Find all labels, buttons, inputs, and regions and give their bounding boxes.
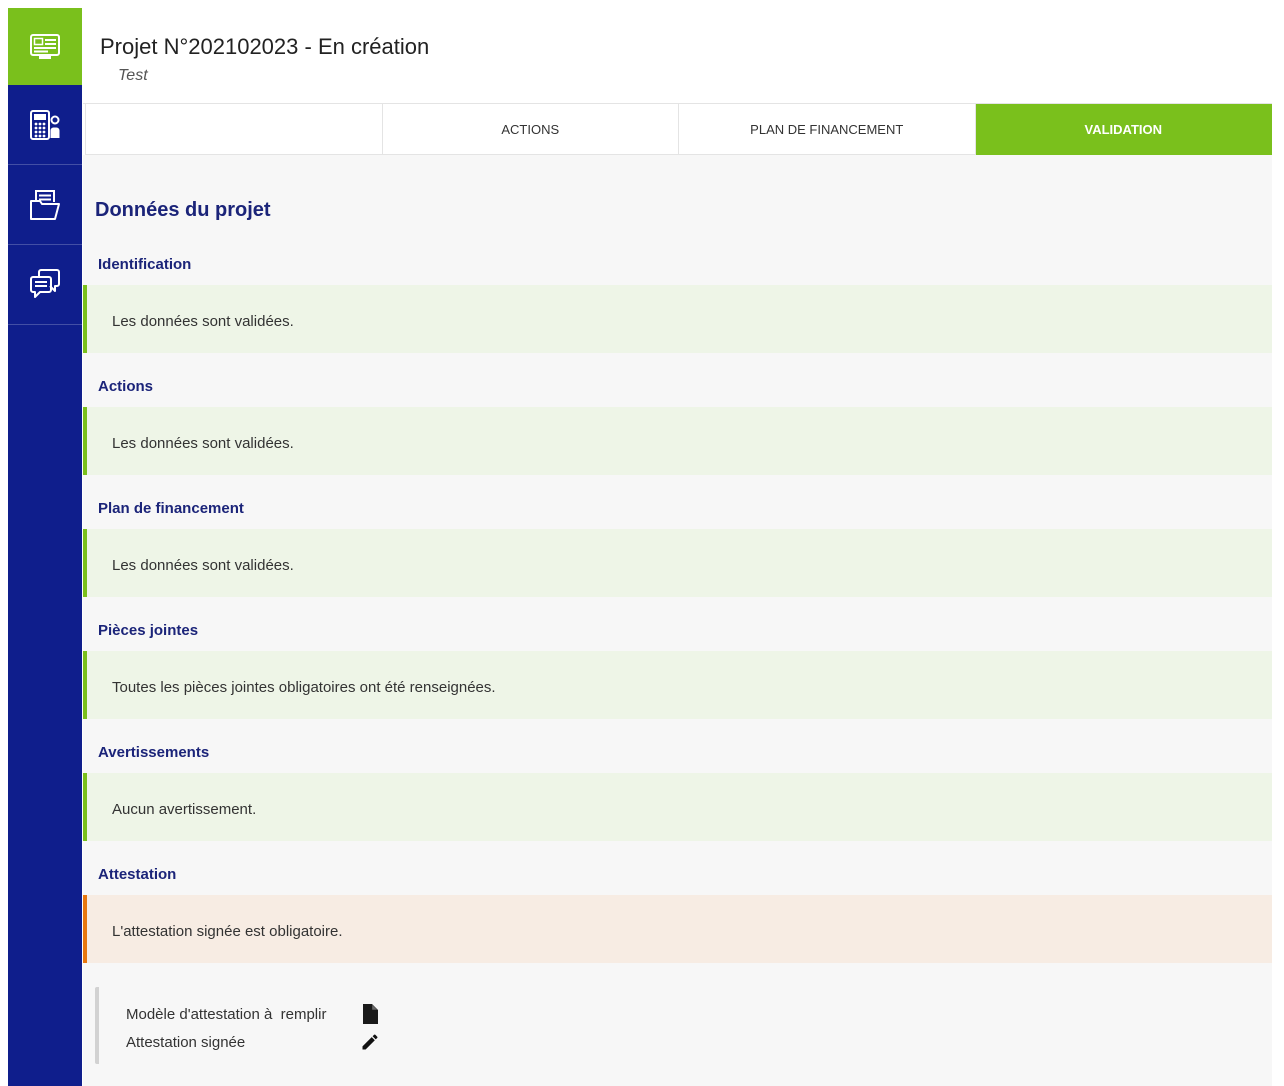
check-message: Aucun avertissement.	[112, 800, 257, 818]
attestation-template-label: Modèle d'attestation à remplir	[126, 1005, 327, 1023]
sidebar-item-budget[interactable]	[8, 85, 82, 165]
attestation-links: Modèle d'attestation à remplir Attestati…	[95, 987, 1272, 1064]
check-message: Les données sont validées.	[112, 556, 294, 574]
check-message-box: Les données sont validées.	[83, 529, 1272, 597]
check-message-box: L'attestation signée est obligatoire.	[83, 895, 1272, 963]
check-label: Pièces jointes	[98, 622, 199, 639]
tab-blank[interactable]	[85, 104, 383, 155]
file-icon[interactable]	[358, 1004, 382, 1024]
check-message-box: Les données sont validées.	[83, 407, 1272, 475]
check-label: Identification	[98, 256, 192, 273]
tab-validation[interactable]: VALIDATION	[975, 104, 1272, 155]
project-card-icon	[30, 33, 60, 60]
validation-content: Données du projet Identification Les don…	[83, 155, 1272, 1086]
check-message-box: Les données sont validées.	[83, 285, 1272, 353]
check-label: Attestation	[98, 866, 177, 883]
check-attestation: Attestation L'attestation signée est obl…	[83, 865, 1272, 963]
project-header: Projet N°202102023 - En création Test	[83, 0, 1272, 104]
folder-document-icon	[29, 189, 61, 221]
check-message-box: Toutes les pièces jointes obligatoires o…	[83, 651, 1272, 719]
check-message: L'attestation signée est obligatoire.	[112, 922, 343, 940]
check-message: Les données sont validées.	[112, 312, 294, 330]
page-title: Projet N°202102023 - En création	[100, 34, 430, 59]
main-panel: Projet N°202102023 - En création Test AC…	[83, 0, 1272, 1086]
tab-plan-de-financement[interactable]: PLAN DE FINANCEMENT	[679, 104, 976, 155]
check-identification: Identification Les données sont validées…	[83, 255, 1272, 353]
chat-bubbles-icon	[29, 268, 61, 301]
check-label: Plan de financement	[98, 500, 244, 517]
check-message: Toutes les pièces jointes obligatoires o…	[112, 678, 496, 696]
project-subtitle: Test	[118, 67, 148, 84]
calculator-user-icon	[30, 109, 60, 140]
check-label: Avertissements	[98, 744, 210, 761]
check-plan-de-financement: Plan de financement Les données sont val…	[83, 499, 1272, 597]
check-avertissements: Avertissements Aucun avertissement.	[83, 743, 1272, 841]
sidebar-item-documents[interactable]	[8, 165, 82, 245]
check-message-box: Aucun avertissement.	[83, 773, 1272, 841]
section-heading: Données du projet	[95, 199, 271, 221]
check-actions: Actions Les données sont validées.	[83, 377, 1272, 475]
check-message: Les données sont validées.	[112, 434, 294, 452]
check-pieces-jointes: Pièces jointes Toutes les pièces jointes…	[83, 621, 1272, 719]
tab-actions[interactable]: ACTIONS	[382, 104, 679, 155]
check-label: Actions	[98, 378, 154, 395]
sidebar-item-project[interactable]	[8, 8, 82, 85]
signed-attestation-label: Attestation signée	[126, 1033, 246, 1051]
tab-bar: ACTIONS PLAN DE FINANCEMENT VALIDATION	[83, 104, 1272, 155]
sidebar	[8, 8, 82, 1086]
pencil-icon[interactable]	[358, 1032, 382, 1052]
sidebar-item-messages[interactable]	[8, 245, 82, 325]
